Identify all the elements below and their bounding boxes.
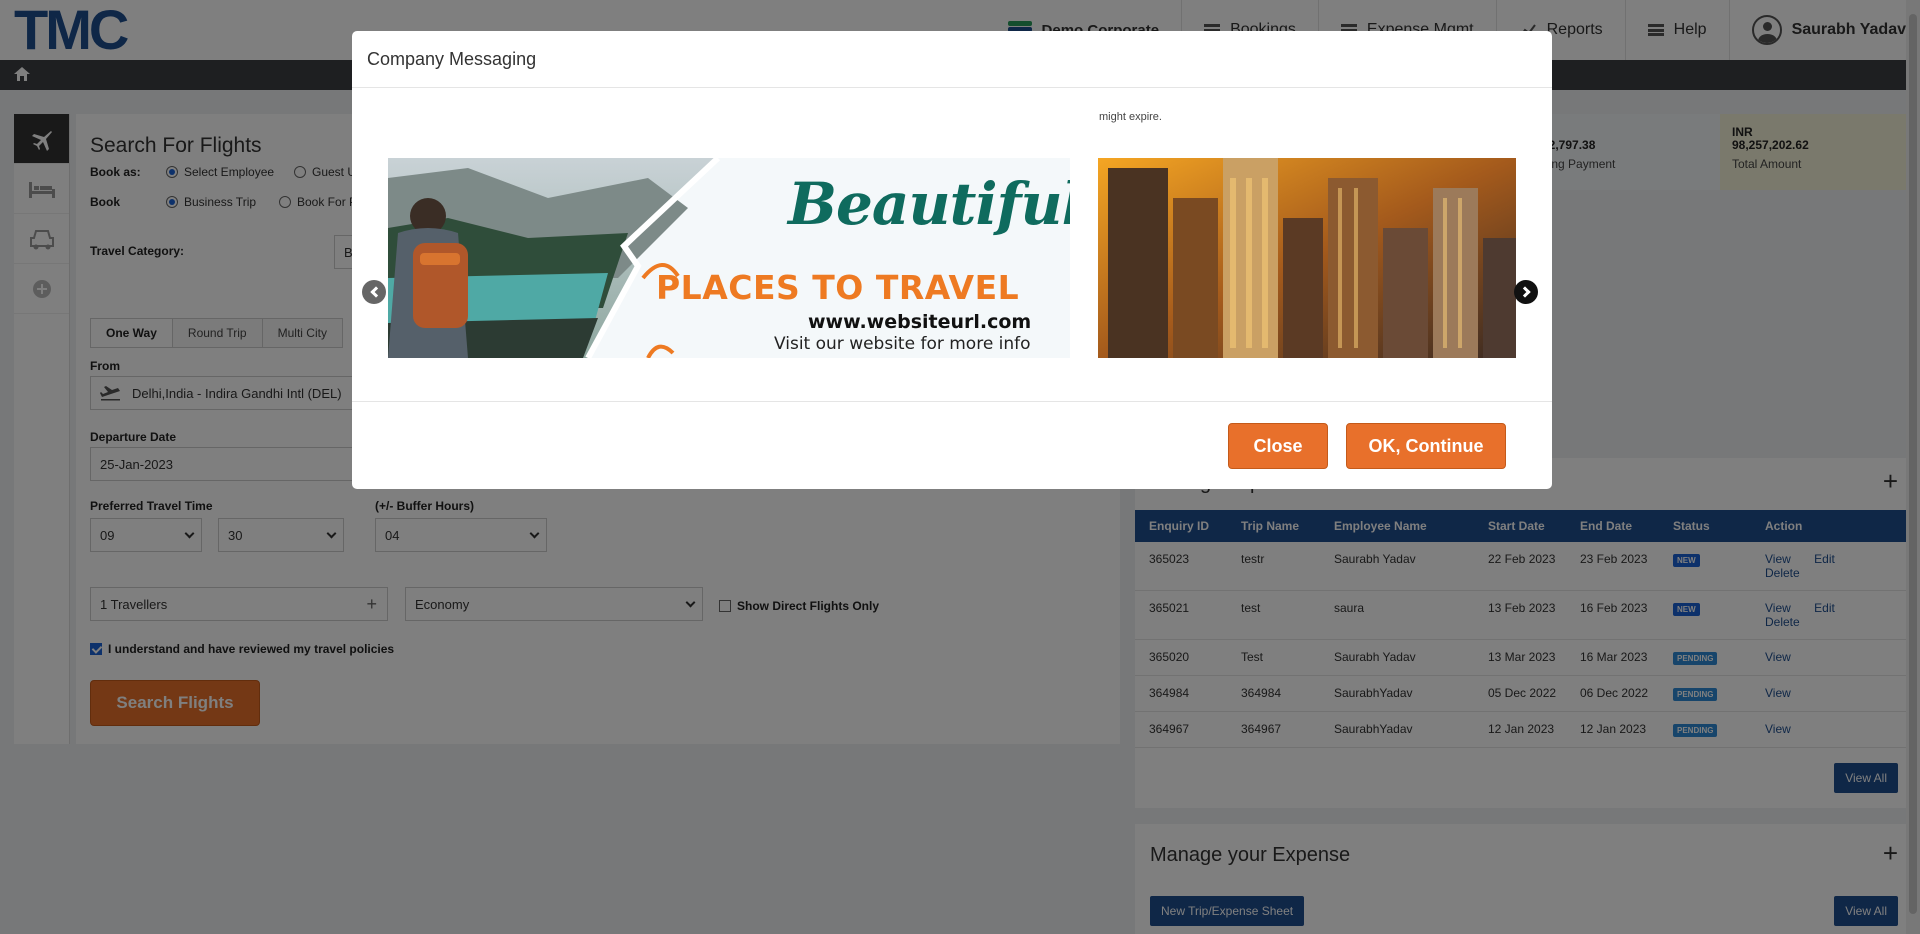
chevron-right-icon: [1518, 286, 1531, 298]
carousel-next-button[interactable]: [1514, 280, 1538, 304]
banner-url: www.websiteurl.com: [808, 311, 1032, 333]
chevron-left-icon: [369, 286, 382, 298]
dialog-footer: Close OK, Continue: [352, 402, 1552, 488]
company-messaging-dialog: Company Messaging might expire. Beautifu…: [352, 31, 1552, 489]
dialog-body: might expire. Beautiful PLACES TO TRAVEL…: [352, 88, 1552, 402]
banner-subline: PLACES TO TRAVEL: [656, 268, 1020, 307]
close-button[interactable]: Close: [1228, 423, 1328, 469]
ok-continue-button[interactable]: OK, Continue: [1346, 423, 1506, 469]
banner-headline: Beautiful: [788, 170, 1070, 238]
banner-tagline: Visit our website for more info: [774, 334, 1031, 354]
carousel-prev-button[interactable]: [362, 280, 386, 304]
dialog-title: Company Messaging: [352, 31, 1552, 88]
travel-banner-slide: Beautiful PLACES TO TRAVEL www.websiteur…: [388, 158, 1070, 358]
city-skyline-image: [1098, 158, 1516, 358]
message-text: might expire.: [1099, 111, 1162, 123]
city-banner-slide: [1098, 158, 1516, 358]
